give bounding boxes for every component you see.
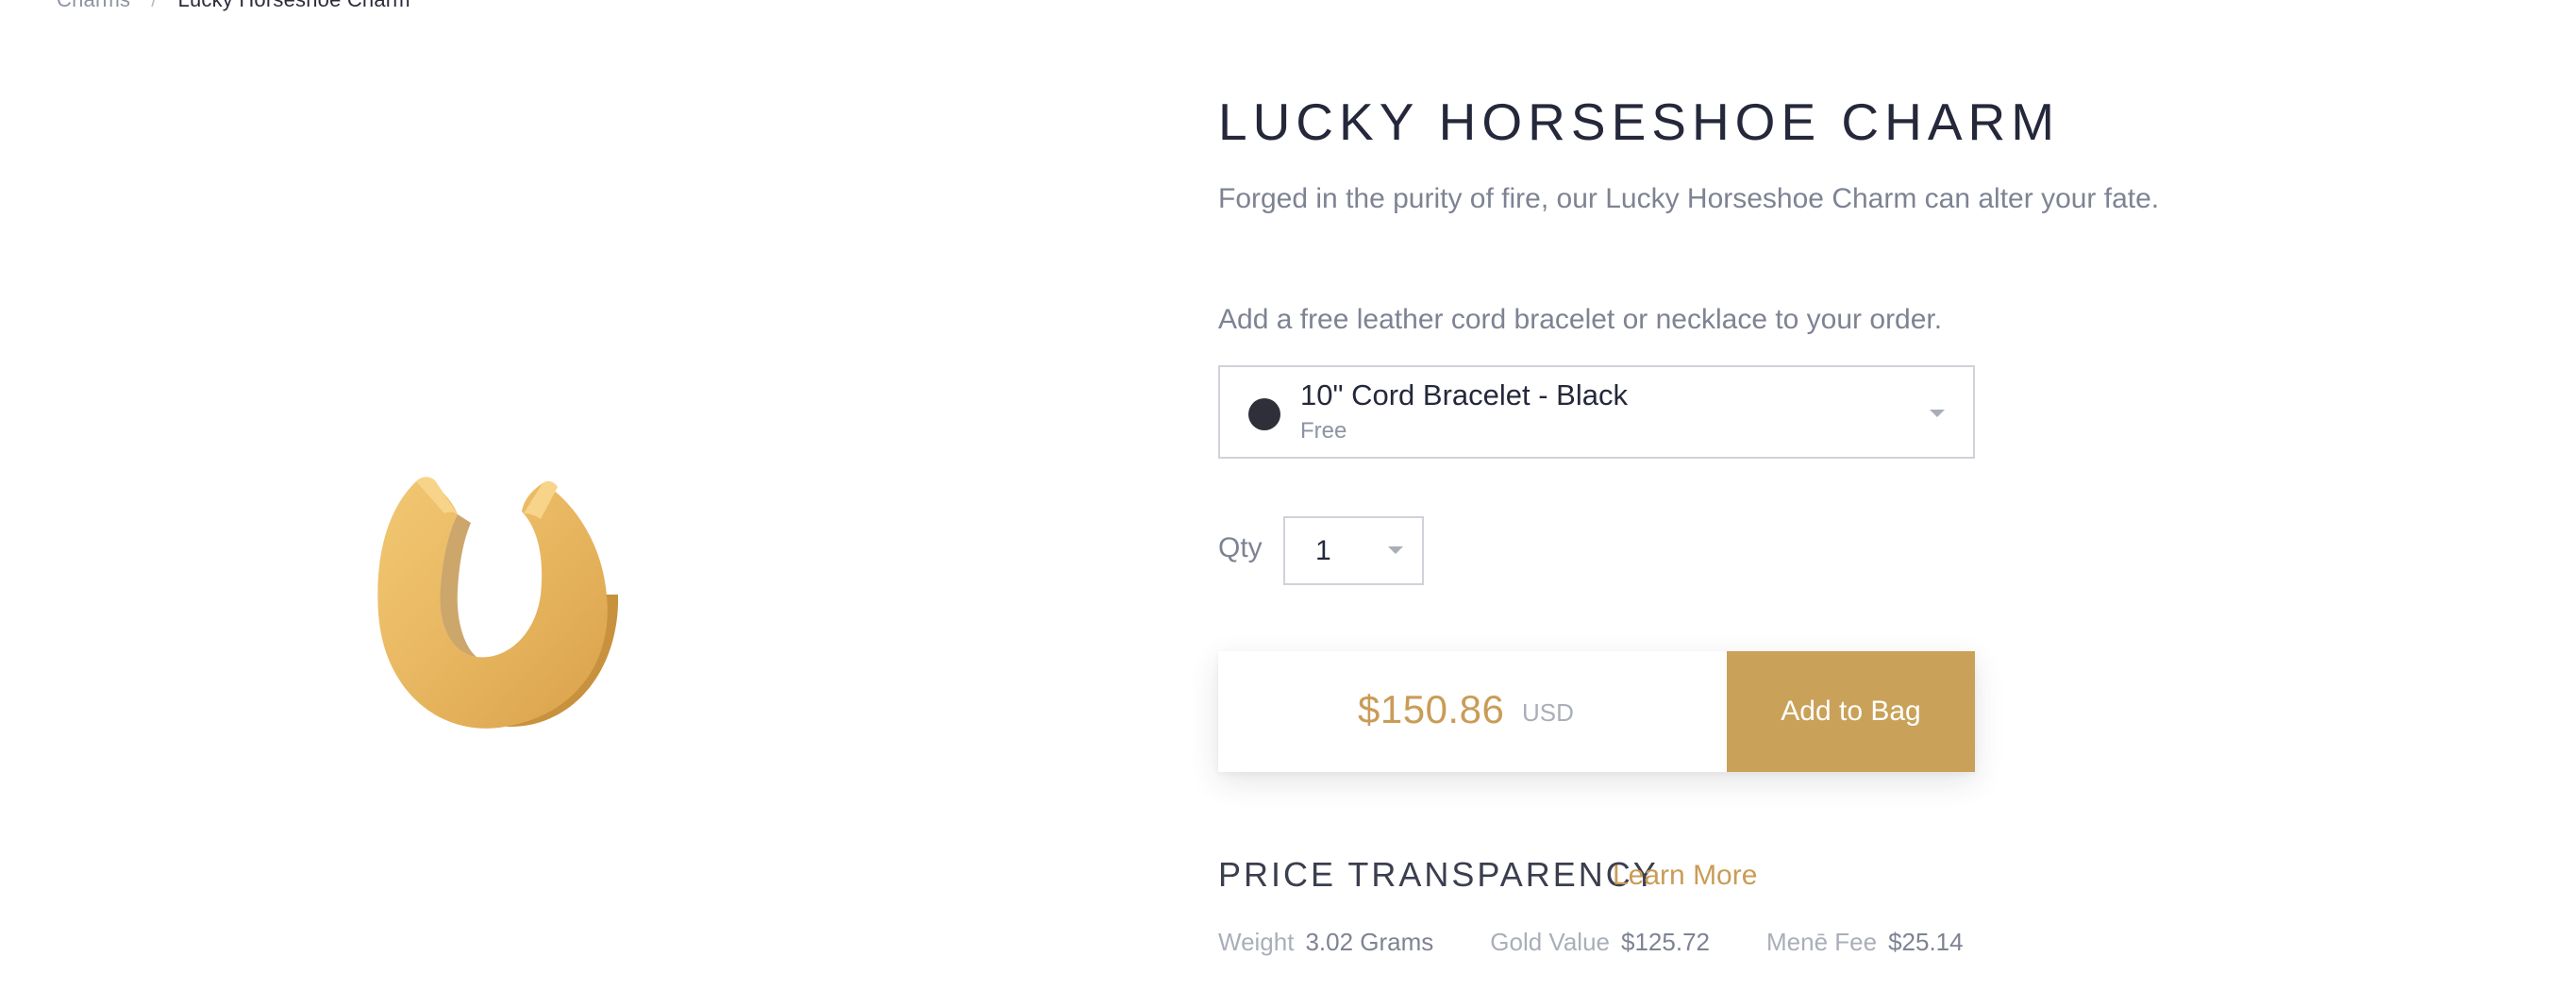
purchase-box: $150.86 USD Add to Bag bbox=[1218, 651, 1975, 772]
chevron-down-icon bbox=[1388, 546, 1403, 554]
mene-fee-amount: $25.14 bbox=[1888, 928, 1964, 956]
quantity-value: 1 bbox=[1315, 535, 1331, 566]
gold-value-label: Gold Value bbox=[1490, 928, 1610, 956]
cord-color-swatch bbox=[1248, 398, 1280, 430]
breadcrumb-current: Lucky Horseshoe Charm bbox=[178, 0, 410, 13]
product-image-area bbox=[0, 38, 1000, 982]
weight-stat: Weight 3.02 Grams bbox=[1218, 928, 1433, 957]
price-amount: $150.86 bbox=[1358, 687, 1505, 731]
mene-fee-stat: Menē Fee $25.14 bbox=[1766, 928, 1964, 957]
cord-option-price: Free bbox=[1300, 418, 1347, 444]
product-title: LUCKY HORSESHOE CHARM bbox=[1218, 92, 2061, 151]
price-display: $150.86 USD bbox=[1218, 651, 1728, 772]
price-breakdown: Weight 3.02 Grams Gold Value $125.72 Men… bbox=[1218, 928, 1964, 957]
product-page: Charms / Lucky Horseshoe Charm bbox=[0, 0, 2576, 990]
quantity-label: Qty bbox=[1218, 532, 1263, 563]
gold-value-stat: Gold Value $125.72 bbox=[1490, 928, 1710, 957]
chevron-down-icon bbox=[1930, 410, 1945, 417]
breadcrumb-separator: / bbox=[151, 0, 157, 13]
learn-more-link[interactable]: Learn More bbox=[1613, 860, 1757, 892]
weight-value: 3.02 Grams bbox=[1305, 928, 1434, 956]
weight-label: Weight bbox=[1218, 928, 1295, 956]
price-transparency-heading: PRICE TRANSPARENCY bbox=[1218, 855, 1659, 894]
gold-value-amount: $125.72 bbox=[1621, 928, 1710, 956]
cord-option-name: 10" Cord Bracelet - Black bbox=[1300, 378, 1628, 411]
cord-prompt: Add a free leather cord bracelet or neck… bbox=[1218, 304, 1943, 335]
price-currency: USD bbox=[1522, 698, 1574, 727]
breadcrumb-link-charms[interactable]: Charms bbox=[57, 0, 130, 13]
breadcrumb: Charms / Lucky Horseshoe Charm bbox=[57, 0, 410, 13]
horseshoe-charm-image[interactable] bbox=[373, 472, 618, 755]
quantity-select[interactable]: 1 bbox=[1283, 516, 1424, 585]
mene-fee-label: Menē Fee bbox=[1765, 928, 1878, 956]
add-to-bag-button[interactable]: Add to Bag bbox=[1727, 651, 1975, 772]
cord-option-select[interactable]: 10" Cord Bracelet - Black Free bbox=[1218, 365, 1975, 459]
product-description: Forged in the purity of fire, our Lucky … bbox=[1218, 183, 2160, 214]
